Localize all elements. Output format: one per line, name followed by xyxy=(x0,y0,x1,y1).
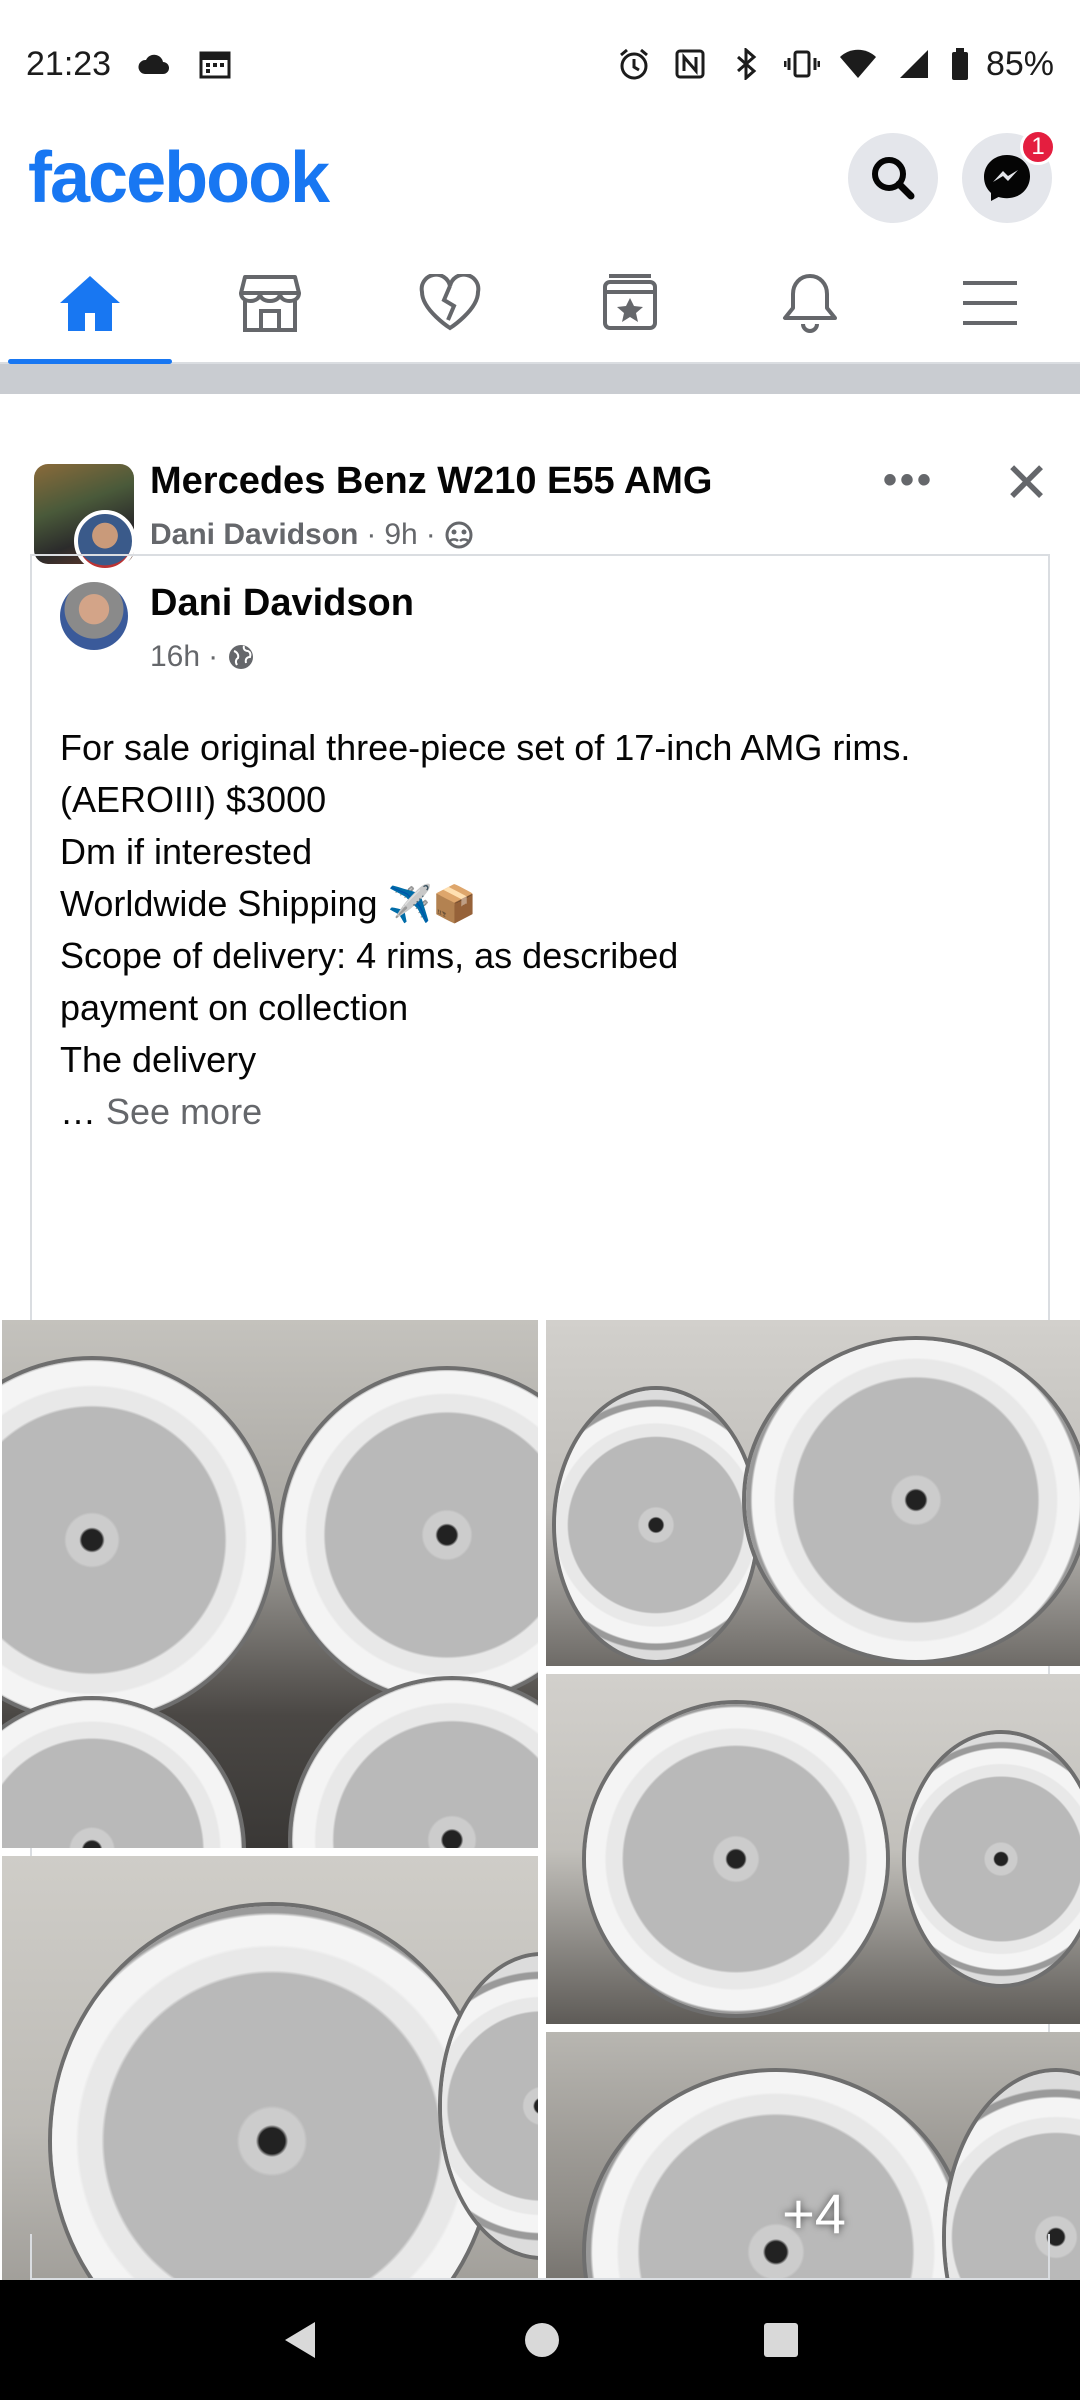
search-icon xyxy=(872,157,915,200)
feed-divider xyxy=(0,364,1080,394)
facebook-logo[interactable]: facebook xyxy=(28,137,330,219)
ellipsis: … xyxy=(60,1091,107,1132)
author-avatar[interactable] xyxy=(60,582,128,650)
post-text-line: The delivery xyxy=(60,1039,257,1080)
home-button-icon[interactable] xyxy=(522,2320,562,2360)
post-time[interactable]: 9h xyxy=(384,518,417,552)
tab-dating[interactable] xyxy=(360,244,540,362)
tab-home[interactable] xyxy=(0,244,180,364)
close-post-button[interactable]: ✕ xyxy=(1003,450,1050,516)
wifi-icon xyxy=(838,44,878,84)
tab-marketplace[interactable] xyxy=(180,244,360,362)
app-header: facebook 1 xyxy=(0,128,1080,228)
more-options-button[interactable]: ••• xyxy=(883,458,934,503)
post-meta: Dani Davidson · 9h · xyxy=(150,518,474,552)
feed-post: Mercedes Benz W210 E55 AMG Dani Davidson… xyxy=(0,394,1080,2394)
photo-1[interactable] xyxy=(2,1320,538,1848)
saved-icon xyxy=(603,274,657,330)
bluetooth-icon xyxy=(726,44,766,84)
post-text-line: (AEROIII) $3000 xyxy=(60,779,327,820)
tab-saved[interactable] xyxy=(540,244,720,362)
vibrate-icon xyxy=(782,44,822,84)
messenger-button[interactable]: 1 xyxy=(962,129,1056,223)
author-name[interactable]: Dani Davidson xyxy=(150,582,414,625)
group-name[interactable]: Mercedes Benz W210 E55 AMG xyxy=(150,460,712,503)
clock: 21:23 xyxy=(26,44,112,83)
photo-grid: +4 xyxy=(2,1320,1080,2394)
alarm-icon xyxy=(614,44,654,84)
group-members-icon xyxy=(445,521,473,549)
poster-name[interactable]: Dani Davidson xyxy=(150,518,358,552)
heart-icon xyxy=(419,274,481,331)
tab-notifications[interactable] xyxy=(720,244,900,362)
post-body: For sale original three-piece set of 17-… xyxy=(60,722,1030,1138)
tab-menu[interactable] xyxy=(900,244,1080,362)
marketplace-icon xyxy=(239,275,301,332)
post-text-line: payment on collection xyxy=(60,987,409,1028)
post-footer-strip xyxy=(30,2234,1050,2280)
see-more-link[interactable]: See more xyxy=(106,1091,262,1132)
post-text-line: Scope of delivery: 4 rims, as described xyxy=(60,935,679,976)
bell-icon xyxy=(783,274,837,333)
globe-icon xyxy=(229,645,254,669)
shared-post[interactable]: Dani Davidson 16h · For sale original th… xyxy=(2,554,1080,2394)
battery-level: 85% xyxy=(985,44,1054,83)
messenger-badge: 1 xyxy=(1020,129,1056,165)
system-nav-bar xyxy=(0,2280,1080,2400)
home-icon xyxy=(60,276,120,331)
photo-4[interactable] xyxy=(546,1674,1080,2024)
calendar-icon xyxy=(195,44,235,84)
back-icon[interactable] xyxy=(279,2318,323,2362)
shared-post-meta: 16h · xyxy=(150,640,256,674)
post-text-line: Dm if interested xyxy=(60,831,313,872)
cloud-icon xyxy=(133,44,173,84)
shared-post-time[interactable]: 16h xyxy=(150,640,200,674)
signal-icon xyxy=(894,44,934,84)
menu-icon xyxy=(963,281,1017,325)
nfc-icon xyxy=(670,44,710,84)
photo-3[interactable] xyxy=(546,1320,1080,1666)
post-header: Mercedes Benz W210 E55 AMG Dani Davidson… xyxy=(34,430,1050,572)
post-text-line: For sale original three-piece set of 17-… xyxy=(60,727,911,768)
search-button[interactable] xyxy=(848,133,938,223)
main-tabs xyxy=(0,244,1080,364)
status-bar: 21:23 85% xyxy=(0,0,1080,128)
recents-icon[interactable] xyxy=(761,2320,801,2360)
battery-icon xyxy=(950,44,970,84)
post-text-line: Worldwide Shipping ✈️📦 xyxy=(60,883,478,924)
